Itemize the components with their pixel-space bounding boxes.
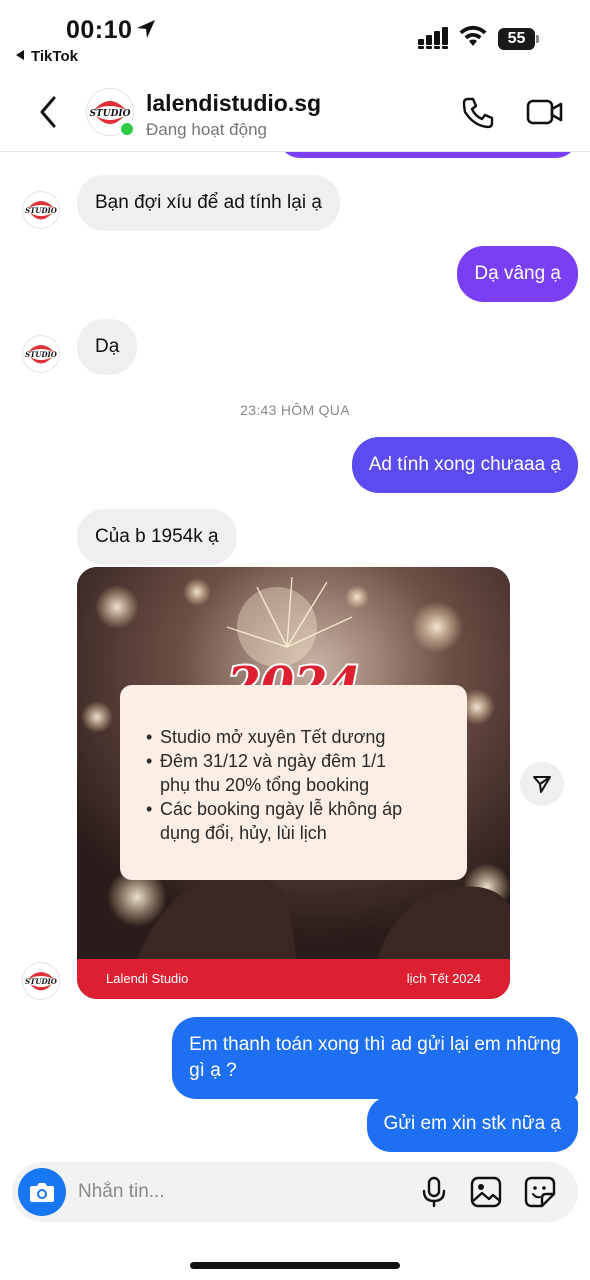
avatar-logo-text: STUDIO xyxy=(25,350,58,359)
post-item-line: Các booking ngày lễ không áp xyxy=(160,799,403,819)
avatar: STUDIO xyxy=(22,962,60,1000)
message-outgoing[interactable]: Gửi em xin stk nữa ạ xyxy=(366,1096,578,1152)
send-icon xyxy=(533,776,551,793)
share-button[interactable] xyxy=(520,762,564,806)
message-outgoing[interactable]: Dạ vâng ạ xyxy=(457,246,578,302)
post-item-line: dụng đổi, hủy, lùi lịch xyxy=(160,823,327,843)
back-to-app-link[interactable]: TikTok xyxy=(16,48,78,65)
battery-icon: 55 xyxy=(498,28,540,50)
contact-status: Đang hoạt động xyxy=(146,120,267,139)
message-input[interactable] xyxy=(78,1176,398,1208)
message-outgoing[interactable]: Ad tính xong chưaaa ạ xyxy=(351,437,578,493)
status-time: 00:10 xyxy=(66,16,133,44)
message-composer xyxy=(12,1162,578,1222)
post-item: Studio mở xuyên Tết dương xyxy=(146,725,441,749)
phone-icon[interactable] xyxy=(461,96,495,130)
signal-icon xyxy=(418,27,448,49)
avatar: STUDIO xyxy=(22,191,60,229)
chevron-left-icon[interactable] xyxy=(36,94,60,130)
contact-name[interactable]: lalendistudio.sg xyxy=(146,90,321,117)
post-footer-caption: lịch Tết 2024 xyxy=(406,971,481,986)
chat-header: STUDIO lalendistudio.sg Đang hoạt động xyxy=(0,72,590,152)
wifi-icon xyxy=(459,25,487,46)
camera-icon xyxy=(30,1183,54,1202)
status-bar: 00:10 TikTok 55 xyxy=(0,0,590,72)
sticker-icon[interactable] xyxy=(524,1176,556,1208)
message-incoming[interactable]: Bạn đợi xíu để ad tính lại ạ xyxy=(77,175,340,231)
image-post[interactable]: 2024 Studio mở xuyên Tết dương Đêm 31/12… xyxy=(77,567,510,999)
battery-cap xyxy=(536,35,539,43)
post-item-line: phụ thu 20% tổng booking xyxy=(160,775,370,795)
post-item: Các booking ngày lễ không áp dụng đổi, h… xyxy=(146,797,441,845)
avatar: STUDIO xyxy=(22,335,60,373)
location-arrow-icon xyxy=(137,20,155,38)
home-indicator[interactable] xyxy=(190,1262,400,1269)
post-item-line: Đêm 31/12 và ngày đêm 1/1 xyxy=(160,751,387,771)
avatar-logo-text: STUDIO xyxy=(90,109,131,119)
post-item: Đêm 31/12 và ngày đêm 1/1 phụ thu 20% tổ… xyxy=(146,749,441,797)
post-info-box: Studio mở xuyên Tết dương Đêm 31/12 và n… xyxy=(120,685,467,880)
post-item-line: Studio mở xuyên Tết dương xyxy=(160,727,386,747)
message-outgoing[interactable]: Em thanh toán xong thì ad gửi lại em nhữ… xyxy=(172,1017,578,1099)
battery-level: 55 xyxy=(507,30,526,47)
avatar-logo-text: STUDIO xyxy=(25,206,58,215)
post-footer-brand: Lalendi Studio xyxy=(106,971,189,986)
microphone-icon[interactable] xyxy=(420,1176,448,1208)
message-incoming[interactable]: Của b 1954k ạ xyxy=(77,509,237,565)
avatar-logo-text: STUDIO xyxy=(25,977,58,986)
camera-button[interactable] xyxy=(18,1168,66,1216)
online-indicator xyxy=(118,120,136,138)
back-app-label: TikTok xyxy=(31,48,78,65)
gallery-icon[interactable] xyxy=(470,1176,502,1208)
back-triangle-icon xyxy=(16,50,24,60)
post-footer: Lalendi Studio lịch Tết 2024 xyxy=(77,959,510,999)
timestamp: 23:43 HÔM QUA xyxy=(240,402,350,418)
message-incoming[interactable]: Dạ xyxy=(77,319,138,375)
video-icon[interactable] xyxy=(526,96,564,128)
